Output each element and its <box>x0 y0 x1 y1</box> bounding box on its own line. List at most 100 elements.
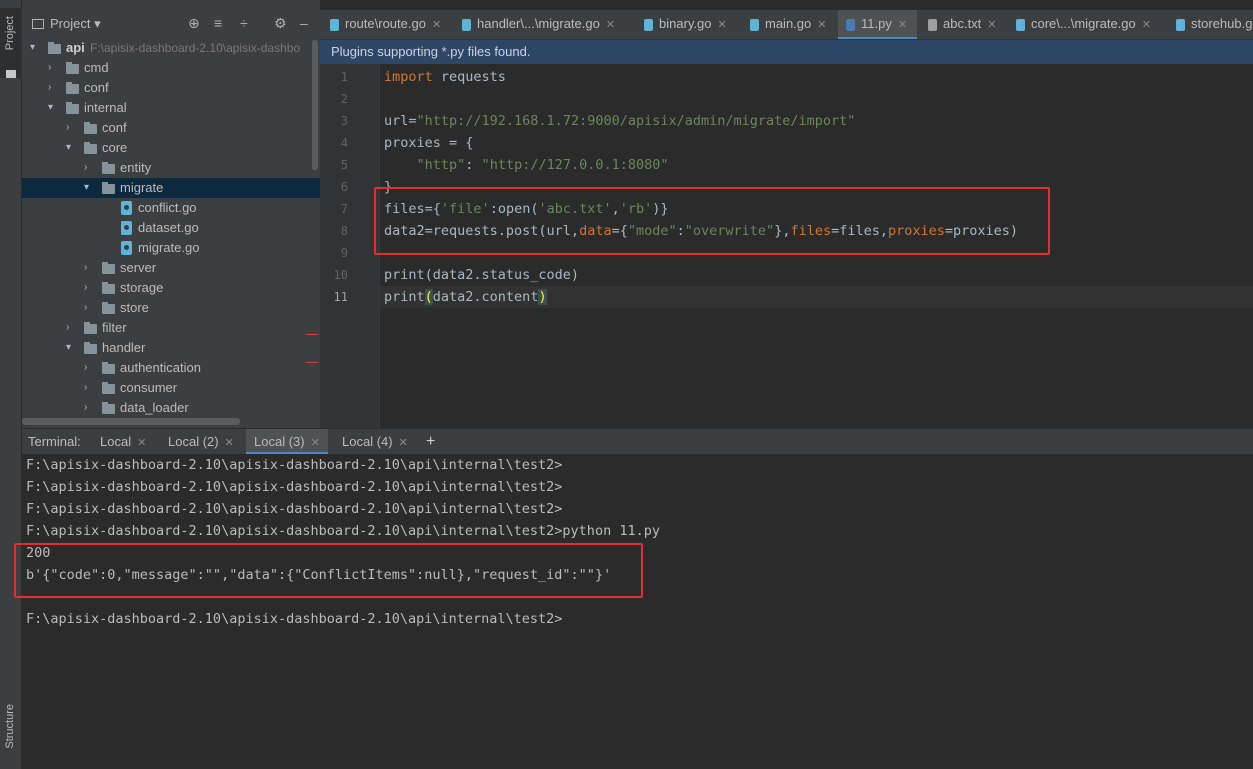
tab-storehub-go[interactable]: storehub.g <box>1176 10 1252 39</box>
structure-tool-tab[interactable]: Structure <box>0 700 22 760</box>
tree-item-label: authentication <box>120 360 201 375</box>
project-tool-tab[interactable]: Project <box>0 8 22 78</box>
close-icon[interactable]: ✕ <box>718 19 727 31</box>
tab-local-3[interactable]: Local (3) ✕ <box>246 429 328 455</box>
chevron-down-icon[interactable]: ▾ <box>30 38 40 58</box>
close-icon[interactable]: ✕ <box>898 19 907 31</box>
tree-item-migrate[interactable]: ▾ migrate <box>22 178 320 198</box>
tree-item-api[interactable]: ▾ api F:\apisix-dashboard-2.10\apisix-da… <box>22 38 320 58</box>
expand-all-icon[interactable]: ≡ <box>214 15 222 31</box>
project-panel: Project ▾ ⊕ ≡ ÷ ⚙ – ▾ api F:\apisix-dash… <box>22 0 320 428</box>
tab-main-go[interactable]: main.go ✕ <box>750 10 826 39</box>
tree-item-store[interactable]: › store <box>22 298 320 318</box>
chevron-right-icon[interactable]: › <box>48 78 58 98</box>
close-icon[interactable]: ✕ <box>137 437 146 449</box>
chevron-down-icon[interactable]: ▾ <box>66 138 76 158</box>
close-icon[interactable]: ✕ <box>432 19 441 31</box>
tab-handler-migrate-go[interactable]: handler\...\migrate.go ✕ <box>462 10 615 39</box>
chevron-right-icon[interactable]: › <box>84 398 94 418</box>
project-horizontal-scrollbar[interactable] <box>22 418 240 425</box>
code-token: print <box>384 289 425 305</box>
line-number: 10 <box>333 268 348 282</box>
minimize-icon[interactable]: – <box>300 15 308 31</box>
tab-label: Local <box>100 434 132 449</box>
tree-item-handler[interactable]: ▾ handler <box>22 338 320 358</box>
tab-label: route\route.go <box>345 16 426 31</box>
chevron-right-icon[interactable]: › <box>66 318 76 338</box>
tab-label: Local (4) <box>342 434 393 449</box>
collapse-all-icon[interactable]: ÷ <box>240 15 248 31</box>
tree-item-storage[interactable]: › storage <box>22 278 320 298</box>
tree-item-filter[interactable]: › filter <box>22 318 320 338</box>
tab-core-migrate-go[interactable]: core\...\migrate.go ✕ <box>1016 10 1151 39</box>
tree-item-core[interactable]: ▾ core <box>22 138 320 158</box>
plugin-notification-bar: Plugins supporting *.py files found. <box>320 40 1253 64</box>
annotation-highlight-box <box>374 187 1050 255</box>
tree-item-migrate-go[interactable]: migrate.go <box>22 238 320 258</box>
tree-item-label: consumer <box>120 380 178 395</box>
folder-icon <box>102 162 115 174</box>
close-icon[interactable]: ✕ <box>1142 19 1151 31</box>
tree-item-authentication[interactable]: › authentication <box>22 358 320 378</box>
close-icon[interactable]: ✕ <box>225 437 234 449</box>
tree-item-conf[interactable]: › conf <box>22 78 320 98</box>
chevron-right-icon[interactable]: › <box>84 158 94 178</box>
line-number: 6 <box>340 180 348 194</box>
tab-11-py[interactable]: 11.py ✕ <box>838 10 918 39</box>
tree-item-internal[interactable]: ▾ internal <box>22 98 320 118</box>
tab-route-go[interactable]: route\route.go ✕ <box>330 10 441 39</box>
chevron-down-icon[interactable]: ▾ <box>66 338 76 358</box>
code-line: "http": "http://127.0.0.1:8080" <box>384 154 669 176</box>
error-marker <box>306 334 318 335</box>
code-token: ) <box>538 289 547 305</box>
chevron-right-icon[interactable]: › <box>84 358 94 378</box>
close-icon[interactable]: ✕ <box>817 19 826 31</box>
close-icon[interactable]: ✕ <box>987 19 996 31</box>
folder-icon <box>102 402 115 414</box>
folder-icon <box>6 70 16 78</box>
tab-label: binary.go <box>659 16 712 31</box>
tree-item-data-loader[interactable]: › data_loader <box>22 398 320 418</box>
tree-item-server[interactable]: › server <box>22 258 320 278</box>
tree-item-conflict-go[interactable]: conflict.go <box>22 198 320 218</box>
project-vertical-scrollbar[interactable] <box>312 40 318 170</box>
tree-item-path: F:\apisix-dashboard-2.10\apisix-dashbo <box>90 41 301 55</box>
locate-icon[interactable]: ⊕ <box>188 15 200 32</box>
tree-item-dataset-go[interactable]: dataset.go <box>22 218 320 238</box>
tree-item-cmd[interactable]: › cmd <box>22 58 320 78</box>
code-token: "http://127.0.0.1:8080" <box>481 157 669 173</box>
chevron-right-icon[interactable]: › <box>84 378 94 398</box>
tab-abc-txt[interactable]: abc.txt ✕ <box>928 10 997 39</box>
chevron-down-icon[interactable]: ▾ <box>48 98 58 118</box>
close-icon[interactable]: ✕ <box>606 19 615 31</box>
project-view-selector[interactable]: Project ▾ <box>50 16 101 32</box>
tree-item-label: storage <box>120 280 164 295</box>
tab-local-1[interactable]: Local ✕ <box>100 429 146 455</box>
chevron-down-icon[interactable]: ▾ <box>84 178 94 198</box>
chevron-right-icon[interactable]: › <box>84 258 94 278</box>
close-icon[interactable]: ✕ <box>311 437 320 449</box>
close-icon[interactable]: ✕ <box>399 437 408 449</box>
line-number-gutter: 1 2 3 4 5 6 7 8 9 10 11 <box>320 64 380 428</box>
chevron-right-icon[interactable]: › <box>66 118 76 138</box>
gear-icon[interactable]: ⚙ <box>274 15 287 32</box>
folder-icon <box>66 62 79 74</box>
go-file-icon <box>121 201 132 215</box>
code-line: url="http://192.168.1.72:9000/apisix/adm… <box>384 110 855 132</box>
tab-local-4[interactable]: Local (4) ✕ <box>342 429 408 455</box>
tab-binary-go[interactable]: binary.go ✕ <box>644 10 727 39</box>
terminal-output[interactable]: F:\apisix-dashboard-2.10\apisix-dashboar… <box>14 454 1253 769</box>
tree-item-internal-conf[interactable]: › conf <box>22 118 320 138</box>
code-editor[interactable]: 1 2 3 4 5 6 7 8 9 10 11 import requests … <box>320 64 1253 428</box>
chevron-right-icon[interactable]: › <box>84 298 94 318</box>
text-file-icon <box>928 18 937 31</box>
code-token: url= <box>384 113 417 129</box>
chevron-right-icon[interactable]: › <box>48 58 58 78</box>
tree-item-label: internal <box>84 100 127 115</box>
tree-item-consumer[interactable]: › consumer <box>22 378 320 398</box>
chevron-right-icon[interactable]: › <box>84 278 94 298</box>
add-terminal-button[interactable]: + <box>426 429 435 455</box>
folder-icon <box>102 282 115 294</box>
tree-item-entity[interactable]: › entity <box>22 158 320 178</box>
tab-local-2[interactable]: Local (2) ✕ <box>168 429 234 455</box>
